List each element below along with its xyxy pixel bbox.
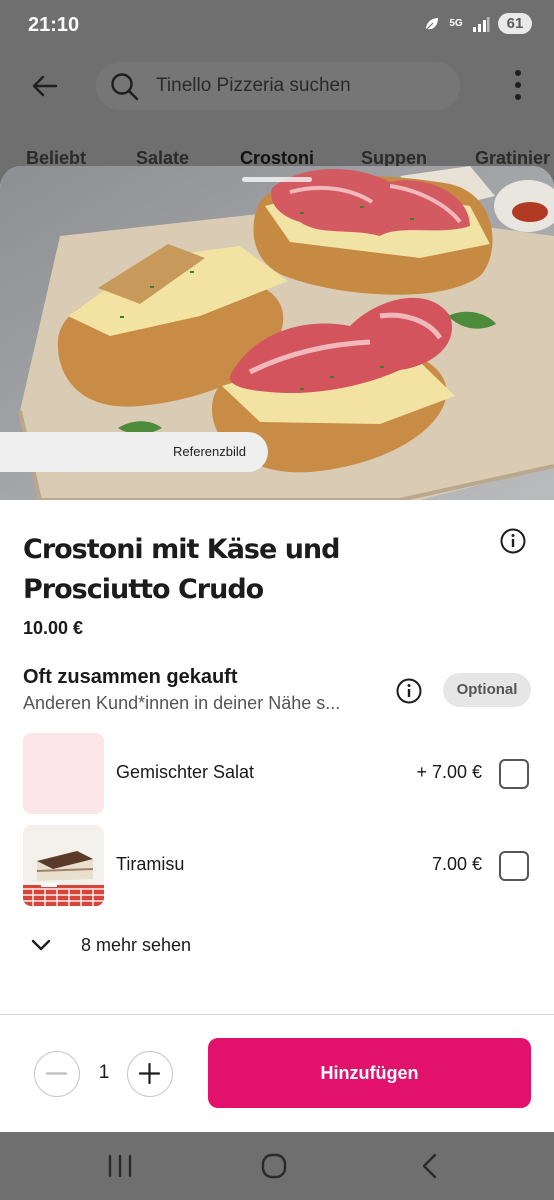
product-title: Crostoni mit Käse und Prosciutto Crudo — [23, 534, 340, 605]
recent-apps-icon[interactable] — [100, 1150, 140, 1182]
product-sheet: Referenzbild Crostoni mit Käse und Prosc… — [0, 166, 554, 1132]
signal-icon — [473, 16, 490, 32]
addon-row-salat[interactable]: Gemischter Salat + 7.00 € — [0, 733, 554, 815]
search-icon — [111, 73, 139, 101]
show-more-button[interactable]: 8 mehr sehen — [0, 926, 300, 966]
reference-image-badge: Referenzbild — [0, 432, 268, 472]
info-icon[interactable] — [499, 527, 527, 555]
quantity-increase-button[interactable] — [127, 1051, 173, 1097]
back-nav-icon[interactable] — [412, 1150, 452, 1182]
search-input[interactable]: Tinello Pizzeria suchen — [96, 62, 460, 110]
addon-row-tiramisu[interactable]: Tiramisu 7.00 € — [0, 825, 554, 907]
more-options-icon[interactable] — [510, 68, 526, 102]
addon-name: Tiramisu — [116, 854, 185, 874]
status-time: 21:10 — [28, 14, 80, 36]
show-more-label: 8 mehr sehen — [81, 935, 192, 955]
addons-subtitle: Anderen Kund*innen in deiner Nähe s... — [23, 693, 341, 713]
addon-name: Gemischter Salat — [116, 762, 255, 782]
addon-checkbox[interactable] — [499, 851, 529, 881]
arrow-left-icon — [32, 75, 58, 97]
quantity-value: 1 — [98, 1062, 110, 1083]
reference-image-label: Referenzbild — [173, 444, 246, 459]
addon-thumbnail — [23, 733, 104, 814]
drag-handle[interactable] — [242, 177, 312, 182]
status-icons: 5G 61 — [424, 13, 532, 34]
plus-icon — [138, 1062, 161, 1085]
divider — [0, 1014, 554, 1015]
minus-icon — [45, 1072, 68, 1075]
product-price: 10.00 € — [23, 618, 84, 638]
quantity-decrease-button[interactable] — [34, 1051, 80, 1097]
addon-price: + 7.00 € — [416, 762, 482, 782]
addon-price: 7.00 € — [431, 854, 482, 874]
header: Tinello Pizzeria suchen — [0, 52, 554, 122]
product-image: Referenzbild — [0, 166, 554, 500]
status-bar: 21:10 5G 61 — [0, 0, 554, 52]
battery-indicator: 61 — [498, 13, 532, 34]
network-label: 5G — [449, 18, 463, 29]
back-button[interactable] — [22, 66, 68, 106]
system-navigation-bar — [0, 1132, 554, 1200]
add-to-cart-button[interactable]: Hinzufügen — [208, 1038, 531, 1108]
leaf-icon — [425, 17, 438, 30]
tiramisu-image — [23, 825, 104, 906]
optional-badge: Optional — [443, 673, 531, 707]
addons-title: Oft zusammen gekauft — [23, 666, 238, 688]
addons-info-icon[interactable] — [395, 677, 423, 705]
search-placeholder: Tinello Pizzeria suchen — [156, 75, 351, 96]
addon-thumbnail — [23, 825, 104, 906]
chevron-down-icon — [31, 939, 51, 951]
addon-checkbox[interactable] — [499, 759, 529, 789]
home-icon[interactable] — [255, 1150, 295, 1182]
